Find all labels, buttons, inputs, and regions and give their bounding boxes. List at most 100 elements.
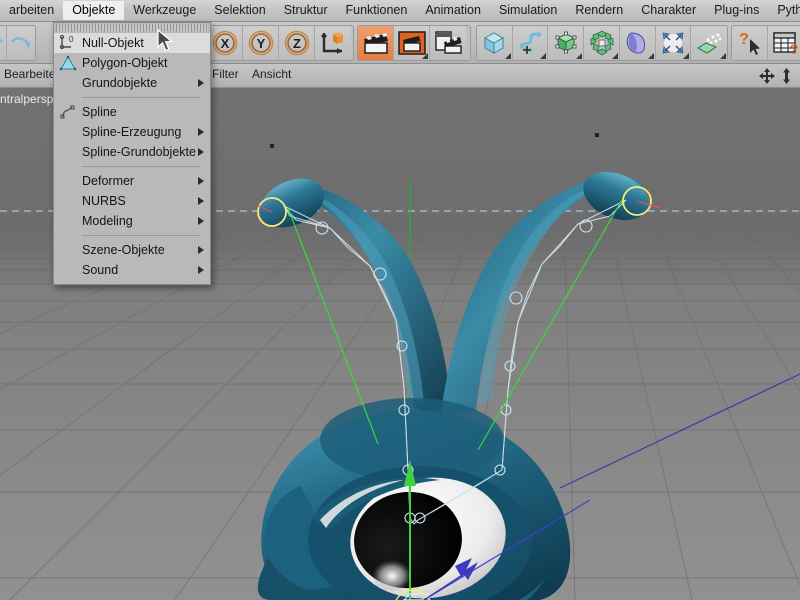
submenu-arrow-icon: [198, 266, 204, 274]
content-browser-button[interactable]: ?: [768, 26, 800, 60]
menu-rendern[interactable]: Rendern: [566, 1, 632, 20]
table-question-icon: ?: [773, 32, 799, 56]
menu-item-szene-objekte[interactable]: Szene-Objekte: [54, 240, 210, 260]
object-creation-group: [476, 25, 728, 61]
help-group: ? ?: [731, 25, 800, 61]
add-modeling-button[interactable]: [584, 26, 620, 60]
menu-item-label: Szene-Objekte: [82, 243, 165, 257]
menu-selektion[interactable]: Selektion: [205, 1, 274, 20]
spline-curve-icon: [519, 31, 543, 54]
menu-werkzeuge[interactable]: Werkzeuge: [124, 1, 205, 20]
objekte-dropdown-menu[interactable]: 0 Null-Objekt Polygon-Objekt Grundobjekt…: [53, 22, 211, 285]
viewport-perspective-label: ntralperspe: [0, 92, 61, 106]
menu-separator: [82, 235, 200, 236]
menu-item-label: Modeling: [82, 214, 133, 228]
world-object-coordinates-button[interactable]: [315, 26, 351, 60]
menu-plugins[interactable]: Plug-ins: [705, 1, 768, 20]
menu-item-label: Sound: [82, 263, 119, 277]
spline-icon: [60, 105, 75, 119]
render-region-button[interactable]: [394, 26, 430, 60]
light-burst-icon: [662, 32, 684, 54]
add-nurbs-button[interactable]: [548, 26, 585, 60]
menu-item-polygon-objekt[interactable]: Polygon-Objekt: [54, 53, 210, 73]
svg-text:Y: Y: [256, 36, 265, 51]
menu-item-nurbs[interactable]: NURBS: [54, 191, 210, 211]
svg-text:?: ?: [739, 31, 749, 48]
menu-tearoff-handle[interactable]: [56, 24, 208, 31]
svg-text:Z: Z: [293, 36, 301, 51]
menu-item-label: NURBS: [82, 194, 126, 208]
menu-item-spline-grundobjekte[interactable]: Spline-Grundobjekte: [54, 142, 210, 162]
dropdown-corner-icon[interactable]: [647, 53, 654, 59]
dropdown-corner-icon[interactable]: [576, 53, 583, 59]
resize-viewport-icon[interactable]: [781, 68, 792, 84]
array-icon: [590, 30, 613, 56]
menu-animation[interactable]: Animation: [416, 1, 490, 20]
menu-separator: [82, 97, 200, 98]
submenu-arrow-icon: [198, 197, 204, 205]
eye-glint: [372, 560, 412, 592]
question-cursor-icon: ?: [739, 31, 760, 55]
menu-item-spline-erzeugung[interactable]: Spline-Erzeugung: [54, 122, 210, 142]
clapperboard-stack-icon: [435, 31, 462, 54]
move-viewport-icon[interactable]: [759, 68, 775, 84]
svg-text:X: X: [220, 36, 229, 51]
menu-objekte[interactable]: Objekte: [63, 1, 125, 20]
add-deformer-button[interactable]: [619, 26, 656, 60]
menu-item-modeling[interactable]: Modeling: [54, 211, 210, 231]
menu-charakter[interactable]: Charakter: [632, 1, 705, 20]
menu-item-label: Polygon-Objekt: [82, 56, 168, 70]
filter-menu[interactable]: Filter: [212, 67, 239, 81]
z-axis-icon: Z: [284, 30, 309, 56]
add-cube-button[interactable]: [477, 26, 513, 60]
cinema4d-window: ntralperspe Bearbeite Filter Ansicht X Y…: [0, 0, 800, 600]
axis-lock-group: X Y Z: [206, 25, 354, 61]
dropdown-corner-icon[interactable]: [611, 53, 618, 59]
menu-item-spline[interactable]: Spline: [54, 102, 210, 122]
y-axis-lock-button[interactable]: Y: [243, 26, 279, 60]
null-marker-left: [270, 144, 274, 148]
add-environment-button[interactable]: [655, 26, 692, 60]
dropdown-corner-icon[interactable]: [540, 53, 547, 59]
dropdown-corner-icon[interactable]: [683, 53, 690, 59]
menu-item-label: Spline-Erzeugung: [82, 125, 182, 139]
menu-funktionen[interactable]: Funktionen: [336, 1, 416, 20]
help-cursor-button[interactable]: ?: [732, 26, 768, 60]
z-axis-lock-button[interactable]: Z: [279, 26, 315, 60]
svg-text:0: 0: [69, 35, 74, 44]
menu-simulation[interactable]: Simulation: [490, 1, 566, 20]
undo-button[interactable]: [0, 26, 8, 60]
undo-redo-group: [0, 25, 36, 61]
edit-menu-label[interactable]: Bearbeite: [4, 67, 55, 81]
menu-bearbeiten[interactable]: arbeiten: [0, 1, 63, 20]
dropdown-corner-icon[interactable]: [504, 53, 511, 59]
submenu-arrow-icon: [198, 128, 204, 136]
menu-python[interactable]: Python: [768, 1, 800, 20]
x-axis-icon: X: [212, 30, 237, 56]
menu-item-label: Grundobjekte: [82, 76, 158, 90]
view-menu[interactable]: Ansicht: [252, 67, 291, 81]
render-settings-button[interactable]: [430, 26, 466, 60]
render-group: [357, 25, 471, 61]
menu-separator: [82, 166, 200, 167]
redo-button[interactable]: [7, 26, 35, 60]
menu-item-sound[interactable]: Sound: [54, 260, 210, 280]
submenu-arrow-icon: [198, 217, 204, 225]
add-particles-button[interactable]: [691, 26, 727, 60]
x-axis-lock-button[interactable]: X: [207, 26, 243, 60]
render-view-button[interactable]: [358, 26, 394, 60]
dropdown-corner-icon[interactable]: [720, 53, 727, 59]
menu-item-label: Null-Objekt: [82, 36, 144, 50]
mouse-pointer: [157, 29, 174, 52]
redo-arrow-icon: [10, 37, 32, 49]
menu-item-null-objekt[interactable]: 0 Null-Objekt: [54, 33, 210, 53]
menu-struktur[interactable]: Struktur: [275, 1, 337, 20]
svg-text:?: ?: [790, 41, 799, 56]
dropdown-corner-icon[interactable]: [422, 53, 428, 59]
world-axis-cube-icon: [321, 32, 343, 54]
hypernurbs-icon: [555, 31, 577, 54]
menu-item-grundobjekte[interactable]: Grundobjekte: [54, 73, 210, 93]
menu-item-deformer[interactable]: Deformer: [54, 171, 210, 191]
add-spline-button[interactable]: [512, 26, 549, 60]
cube-icon: [484, 32, 505, 54]
